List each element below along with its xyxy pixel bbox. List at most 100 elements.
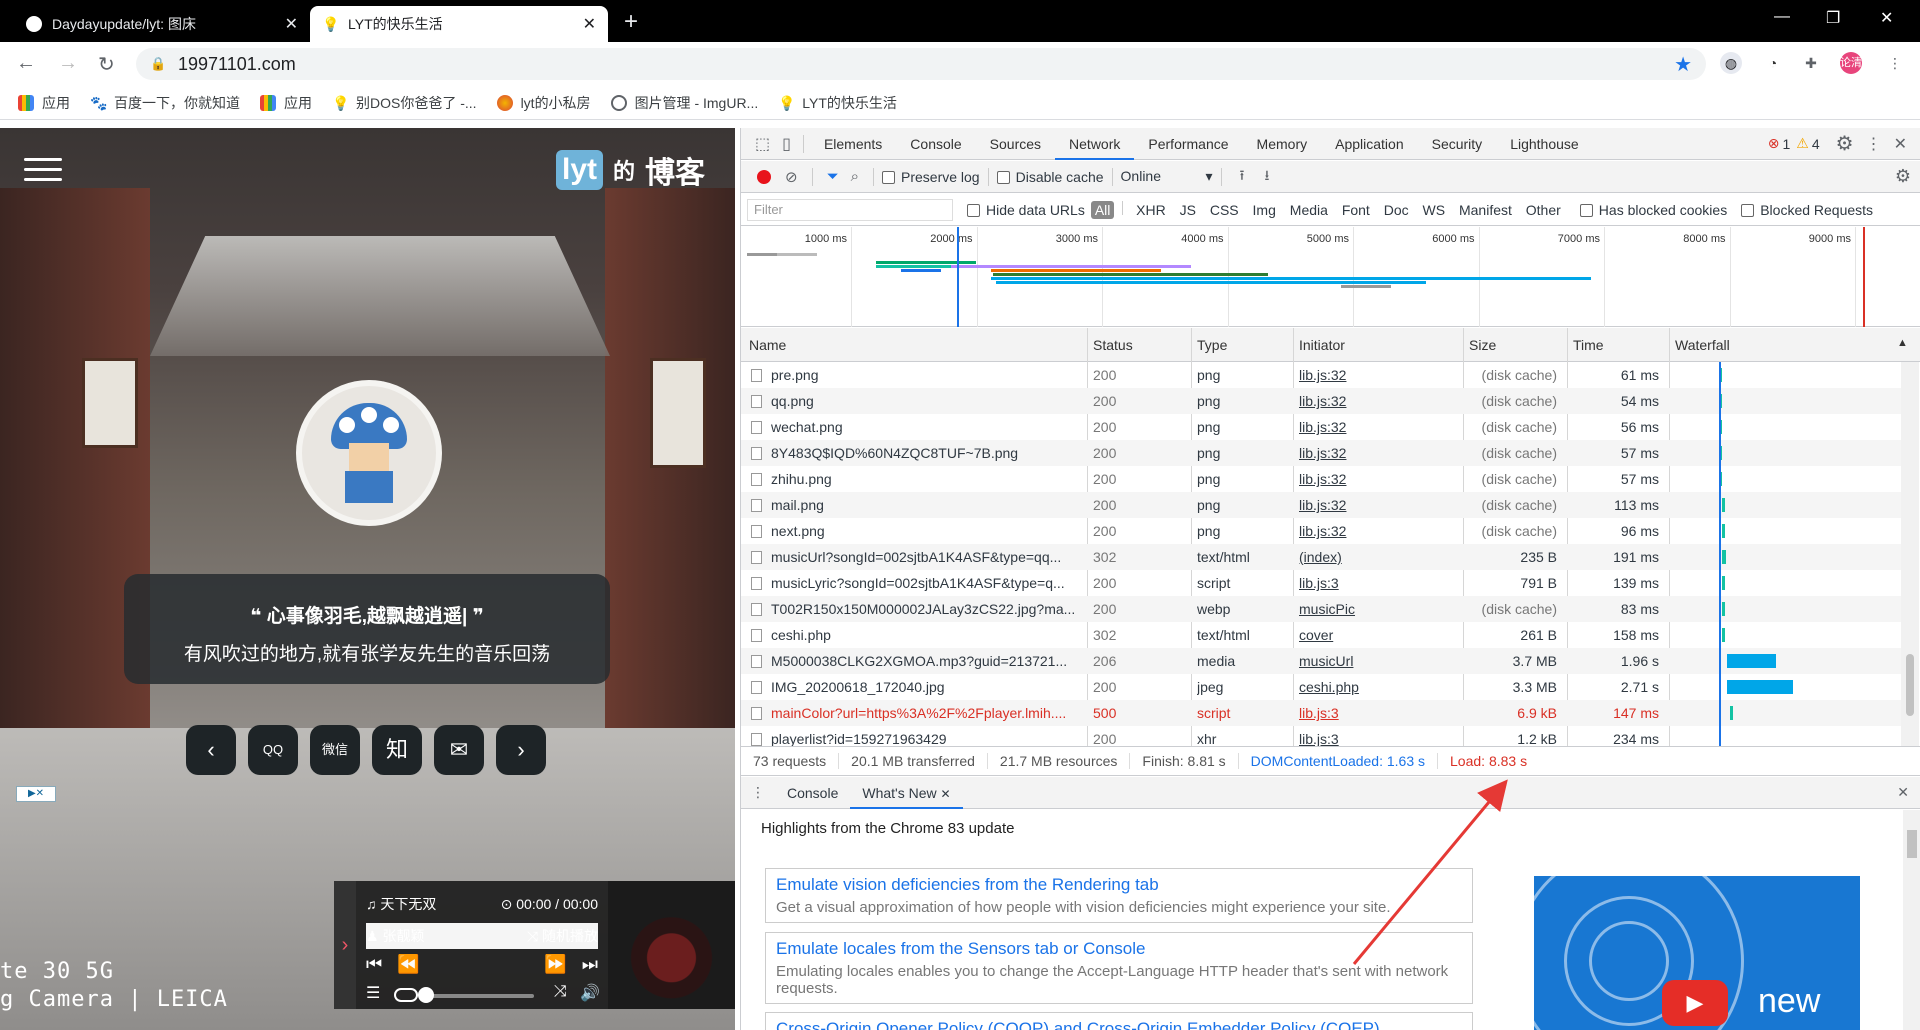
lock-icon[interactable]: 🔒 xyxy=(150,56,166,72)
type-filter-ws[interactable]: WS xyxy=(1418,202,1451,218)
cell-name[interactable]: 8Y483Q$IQD%60N4ZQC8TUF~7B.png xyxy=(771,440,1081,466)
menu-icon[interactable]: ⋮ xyxy=(1884,52,1906,74)
cell-initiator[interactable]: musicUrl xyxy=(1299,648,1449,674)
type-filter-js[interactable]: JS xyxy=(1175,202,1201,218)
tab-github[interactable]: Daydayupdate/lyt: 图床 ✕ xyxy=(14,6,310,42)
cell-initiator[interactable]: (index) xyxy=(1299,544,1449,570)
table-row[interactable]: mainColor?url=https%3A%2F%2Fplayer.lmih.… xyxy=(741,700,1901,726)
blog-logo[interactable]: lyt 的 博客 xyxy=(556,148,705,192)
cell-initiator[interactable]: ceshi.php xyxy=(1299,674,1449,700)
col-name[interactable]: Name xyxy=(749,337,786,353)
cell-initiator[interactable]: lib.js:32 xyxy=(1299,492,1449,518)
cell-name[interactable]: next.png xyxy=(771,518,1081,544)
bookmark-apps-2[interactable]: 应用 xyxy=(260,93,312,113)
type-filter-font[interactable]: Font xyxy=(1337,202,1375,218)
filter-funnel-icon[interactable]: ⏷ xyxy=(827,168,839,185)
player-collapse-icon[interactable]: › xyxy=(334,881,356,1009)
tab-sources[interactable]: Sources xyxy=(976,128,1055,160)
extension-globe-icon[interactable]: ◍ xyxy=(1720,52,1742,74)
table-row[interactable]: musicUrl?songId=002sjtbA1K4ASF&type=qq..… xyxy=(741,544,1901,570)
progress-knob[interactable] xyxy=(418,987,434,1003)
avatar[interactable] xyxy=(296,380,442,526)
cell-initiator[interactable]: lib.js:32 xyxy=(1299,362,1449,388)
bookmark-baidu[interactable]: 🐾 百度一下，你就知道 xyxy=(90,93,240,113)
type-filter-other[interactable]: Other xyxy=(1521,202,1566,218)
cell-name[interactable]: T002R150x150M000002JALay3zCS22.jpg?ma... xyxy=(771,596,1081,622)
next-button[interactable]: › xyxy=(496,725,546,775)
clear-icon[interactable]: ⊘ xyxy=(785,168,798,186)
table-row[interactable]: mail.png 200 png lib.js:32 (disk cache) 113 m… xyxy=(741,492,1901,518)
network-overview-timeline[interactable]: 1000 ms 2000 ms 3000 ms 4000 ms 5000 ms 6000 … xyxy=(741,227,1920,327)
cell-name[interactable]: mail.png xyxy=(771,492,1081,518)
warning-icon[interactable]: ⚠ xyxy=(1796,135,1809,152)
play-mode[interactable]: ⤨ 随机播放 xyxy=(527,923,598,949)
volume-icon[interactable]: 🔊 xyxy=(580,983,600,1003)
bookmark-apps[interactable]: 应用 xyxy=(18,93,70,113)
cell-initiator[interactable]: musicPic xyxy=(1299,596,1449,622)
type-filter-all[interactable]: All xyxy=(1090,201,1115,219)
settings-gear-icon[interactable]: ⚙ xyxy=(1830,131,1860,156)
whats-new-card[interactable]: Emulate locales from the Sensors tab or … xyxy=(765,932,1473,1004)
zhihu-button[interactable]: 知 xyxy=(372,725,422,775)
table-row[interactable]: 8Y483Q$IQD%60N4ZQC8TUF~7B.png 200 png lib.j… xyxy=(741,440,1901,466)
restore-icon[interactable]: ❐ xyxy=(1826,8,1840,28)
table-row[interactable]: wechat.png 200 png lib.js:32 (disk cache) 56 … xyxy=(741,414,1901,440)
mail-button[interactable]: ✉ xyxy=(434,725,484,775)
has-blocked-cookies-checkbox[interactable]: Has blocked cookies xyxy=(1579,202,1727,218)
fast-forward-icon[interactable]: ⏩ xyxy=(544,954,566,974)
cell-name[interactable]: zhihu.png xyxy=(771,466,1081,492)
error-icon[interactable]: ⊗ xyxy=(1768,135,1780,152)
search-icon[interactable]: ⌕ xyxy=(851,168,859,185)
shuffle-icon[interactable]: ⤨ xyxy=(554,983,567,1001)
more-options-icon[interactable]: ⋮ xyxy=(1860,134,1888,154)
youtube-play-icon[interactable]: ▶ xyxy=(1662,980,1728,1026)
col-initiator[interactable]: Initiator xyxy=(1299,337,1345,353)
tab-elements[interactable]: Elements xyxy=(810,128,896,160)
blocked-requests-checkbox[interactable]: Blocked Requests xyxy=(1741,202,1873,218)
ad-badge-icon[interactable]: ▶✕ xyxy=(16,786,56,802)
warning-count[interactable]: 4 xyxy=(1812,136,1820,152)
tab-application[interactable]: Application xyxy=(1321,128,1418,160)
type-filter-css[interactable]: CSS xyxy=(1205,202,1244,218)
tab-network[interactable]: Network xyxy=(1055,128,1135,160)
address-bar[interactable]: 🔒 19971101.com ★ xyxy=(136,48,1706,80)
drawer-scrollbar[interactable] xyxy=(1903,810,1920,1030)
throttling-select[interactable]: Online ▾ xyxy=(1121,168,1213,185)
drawer-tab-whats-new[interactable]: What's New ✕ xyxy=(850,777,963,809)
bookmark-imgurl[interactable]: 图片管理 - ImgUR... xyxy=(610,93,758,113)
close-drawer-icon[interactable]: ✕ xyxy=(1897,784,1909,801)
waterfall-bar[interactable] xyxy=(1721,550,1727,564)
close-icon[interactable]: ✕ xyxy=(285,14,298,34)
col-waterfall[interactable]: Waterfall xyxy=(1675,337,1730,353)
minimize-icon[interactable]: — xyxy=(1774,8,1790,26)
table-row[interactable]: musicLyric?songId=002sjtbA1K4ASF&type=q.… xyxy=(741,570,1901,596)
record-icon[interactable] xyxy=(757,169,771,184)
cell-initiator[interactable]: lib.js:32 xyxy=(1299,466,1449,492)
cell-name[interactable]: musicLyric?songId=002sjtbA1K4ASF&type=q.… xyxy=(771,570,1081,596)
tab-lyt[interactable]: 💡 LYT的快乐生活 ✕ xyxy=(310,6,608,42)
type-filter-img[interactable]: Img xyxy=(1248,202,1281,218)
tab-performance[interactable]: Performance xyxy=(1134,128,1242,160)
cell-initiator[interactable]: lib.js:32 xyxy=(1299,388,1449,414)
network-settings-gear-icon[interactable]: ⚙ xyxy=(1895,166,1911,187)
table-scrollbar[interactable] xyxy=(1901,362,1919,746)
table-row[interactable]: IMG_20200618_172040.jpg 200 jpeg ceshi.php 3… xyxy=(741,674,1901,700)
lyrics-toggle[interactable] xyxy=(394,988,418,1002)
error-count[interactable]: 1 xyxy=(1783,136,1791,152)
reload-icon[interactable]: ↻ xyxy=(98,52,115,77)
preserve-log-checkbox[interactable]: Preserve log xyxy=(882,169,980,185)
export-har-icon[interactable]: ⭳ xyxy=(1264,165,1269,189)
cell-initiator[interactable]: lib.js:32 xyxy=(1299,414,1449,440)
type-filter-xhr[interactable]: XHR xyxy=(1131,202,1171,218)
forward-icon[interactable]: → xyxy=(58,52,78,75)
cell-name[interactable]: pre.png xyxy=(771,362,1081,388)
waterfall-bar[interactable] xyxy=(1727,654,1776,668)
cell-name[interactable]: qq.png xyxy=(771,388,1081,414)
table-row[interactable]: next.png 200 png lib.js:32 (disk cache) 96 ms xyxy=(741,518,1901,544)
cell-initiator[interactable]: cover xyxy=(1299,622,1449,648)
table-row[interactable]: ceshi.php 302 text/html cover 261 B 158 ms xyxy=(741,622,1901,648)
sort-up-icon[interactable]: ▲ xyxy=(1897,337,1908,349)
bookmark-dos[interactable]: 💡 别DOS你爸爸了 -... xyxy=(332,93,477,113)
prev-button[interactable]: ‹ xyxy=(186,725,236,775)
cell-initiator[interactable]: lib.js:3 xyxy=(1299,570,1449,596)
